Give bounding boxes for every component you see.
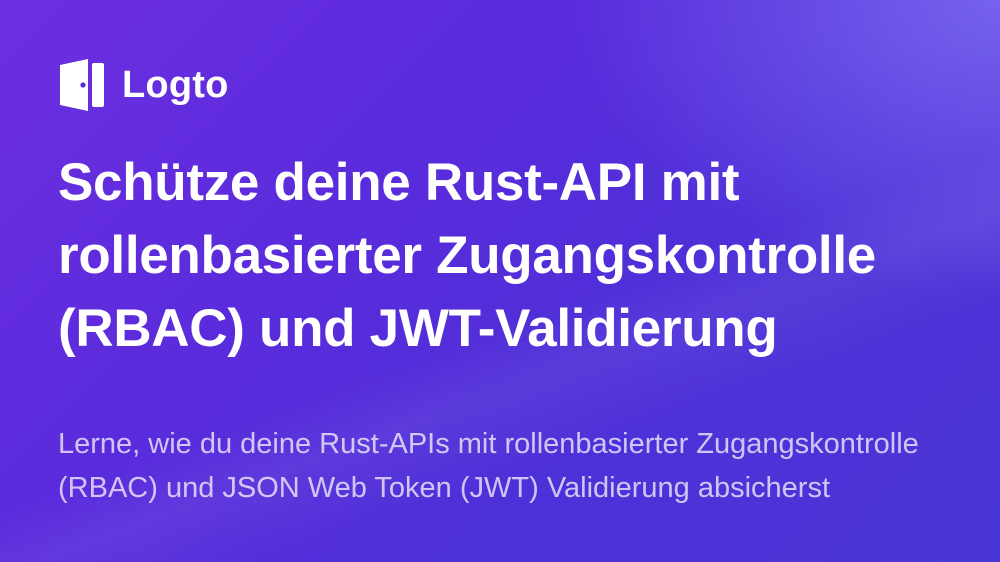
page-description: Lerne, wie du deine Rust-APIs mit rollen… [58,428,919,504]
page-title: Schütze deine Rust-API mit rollenbasiert… [58,153,876,358]
brand-name: Logto [122,64,229,106]
logto-door-icon [60,59,104,111]
brand-logo: Logto [58,57,229,113]
